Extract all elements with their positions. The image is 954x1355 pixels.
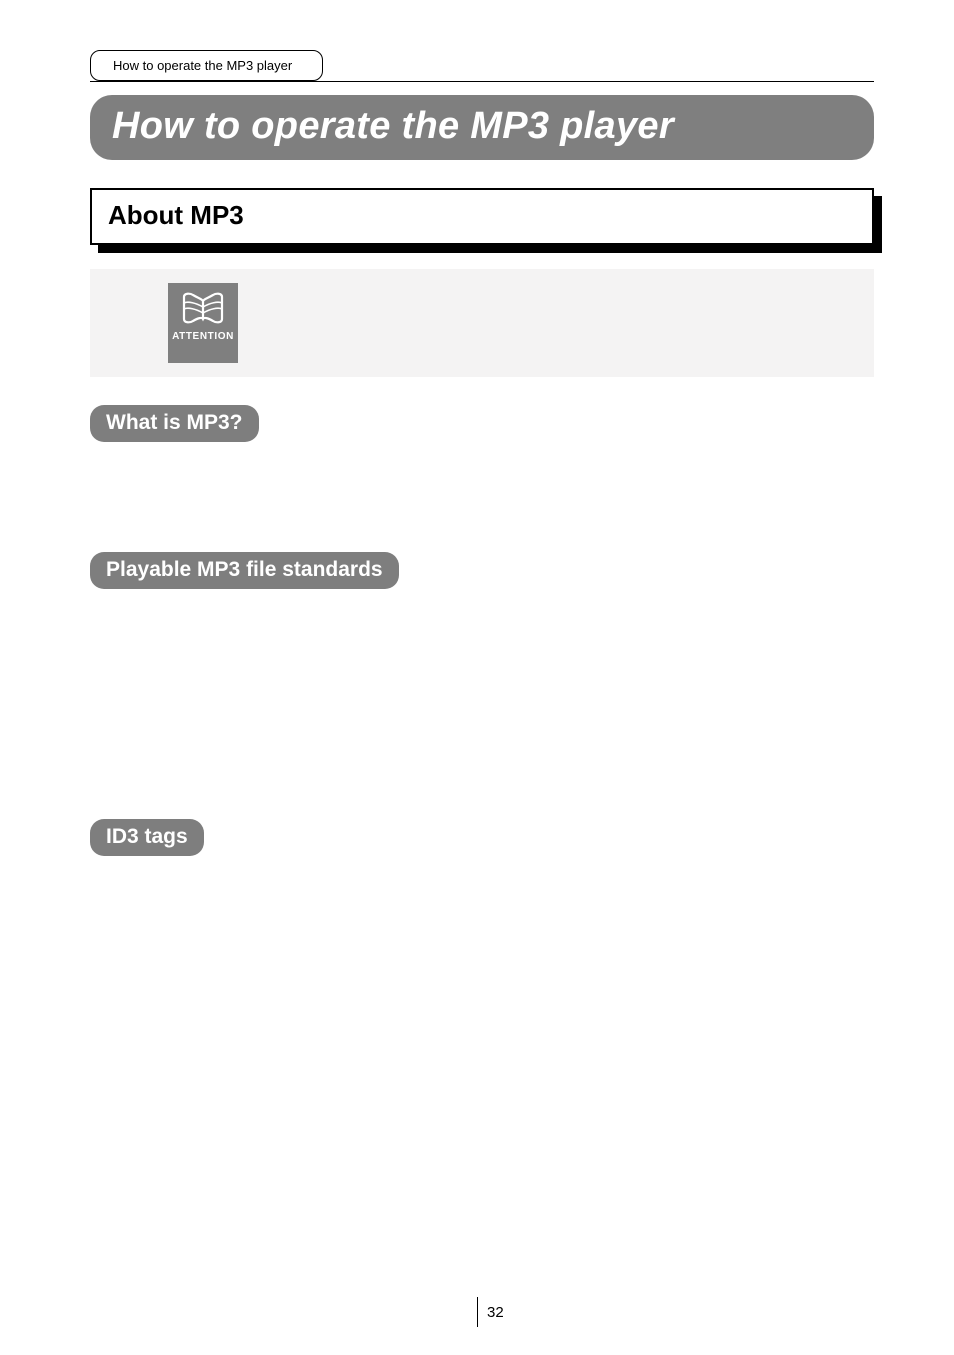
subsection-label: Playable MP3 file standards	[106, 558, 383, 581]
breadcrumb-tab: How to operate the MP3 player	[90, 50, 323, 81]
section-heading-shadow-bottom	[98, 245, 876, 253]
subsection-what-is-mp3: What is MP3?	[90, 405, 259, 442]
book-icon	[180, 289, 226, 329]
section-heading-text: About MP3	[108, 200, 244, 230]
breadcrumb-label: How to operate the MP3 player	[113, 58, 292, 73]
breadcrumb-tab-region: How to operate the MP3 player	[90, 50, 874, 81]
subsection-playable-standards: Playable MP3 file standards	[90, 552, 399, 589]
breadcrumb-underline	[90, 81, 874, 82]
section-heading-box: About MP3	[90, 188, 874, 245]
page-number: 32	[477, 1304, 504, 1321]
page-title-text: How to operate the MP3 player	[112, 105, 674, 147]
subsection-label: What is MP3?	[106, 411, 243, 434]
subsection-label: ID3 tags	[106, 825, 188, 848]
page-title: How to operate the MP3 player	[90, 95, 874, 160]
section-heading-shadow-right	[874, 196, 882, 253]
subsection-id3-tags: ID3 tags	[90, 819, 204, 856]
attention-callout: ATTENTION	[90, 269, 874, 377]
attention-label: ATTENTION	[168, 331, 238, 342]
attention-badge: ATTENTION	[168, 283, 238, 363]
